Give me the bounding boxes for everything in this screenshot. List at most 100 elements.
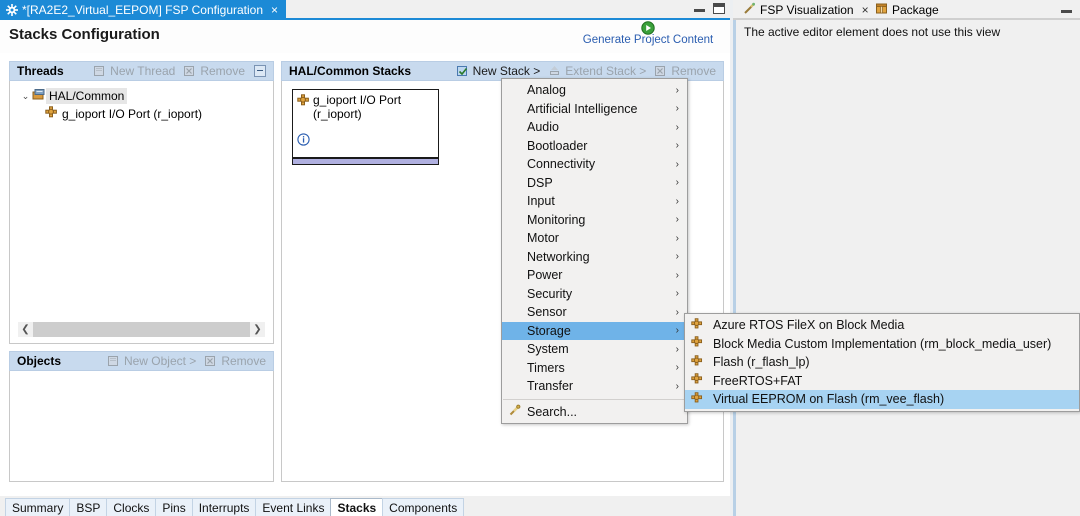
threads-horizontal-scrollbar[interactable]: ❮ ❯ xyxy=(18,322,265,337)
tab-package[interactable]: Package xyxy=(869,0,945,19)
menu-item-analog[interactable]: Analog › xyxy=(502,81,687,100)
menu-item-system[interactable]: System › xyxy=(502,340,687,359)
chevron-right-icon: › xyxy=(676,122,681,133)
tree-item-g-ioport[interactable]: g_ioport I/O Port (r_ioport) xyxy=(19,105,265,123)
wand-icon xyxy=(743,2,756,18)
objects-panel-header: Objects New Object > xyxy=(9,351,274,371)
scrollbar-thumb[interactable] xyxy=(33,322,250,337)
menu-item-sensor[interactable]: Sensor › xyxy=(502,303,687,322)
menu-item-input[interactable]: Input › xyxy=(502,192,687,211)
tab-components[interactable]: Components xyxy=(382,498,464,516)
tab-bsp[interactable]: BSP xyxy=(69,498,107,516)
new-thread-button[interactable]: New Thread xyxy=(94,64,175,78)
maximize-icon[interactable] xyxy=(713,3,725,14)
submenu-item-virtual-eeprom-on-flash[interactable]: Virtual EEPROM on Flash (rm_vee_flash) xyxy=(685,390,1079,409)
tab-interrupts[interactable]: Interrupts xyxy=(192,498,257,516)
menu-item-audio[interactable]: Audio › xyxy=(502,118,687,137)
chevron-right-icon: › xyxy=(676,325,681,336)
menu-item-networking[interactable]: Networking › xyxy=(502,248,687,267)
remove-object-label: Remove xyxy=(221,354,266,368)
chevron-right-icon: › xyxy=(676,270,681,281)
objects-panel: Objects New Object > xyxy=(9,351,274,482)
chevron-down-icon[interactable]: ⌄ xyxy=(19,91,32,102)
stack-block-g-ioport[interactable]: g_ioport I/O Port (r_ioport) xyxy=(292,89,439,158)
menu-item-search[interactable]: Search... xyxy=(502,403,687,422)
remove-stack-button[interactable]: Remove xyxy=(655,64,716,78)
new-object-button[interactable]: New Object > xyxy=(108,354,196,368)
menu-item-security[interactable]: Security › xyxy=(502,285,687,304)
tab-clocks[interactable]: Clocks xyxy=(106,498,156,516)
remove-icon xyxy=(205,355,218,367)
editor-tabbar: *[RA2E2_Virtual_EEPOM] FSP Configuration… xyxy=(0,0,733,19)
menu-item-timers[interactable]: Timers › xyxy=(502,359,687,378)
submenu-item-azure-rtos-filex-on-block-media[interactable]: Azure RTOS FileX on Block Media xyxy=(685,316,1079,335)
chevron-right-icon: › xyxy=(676,159,681,170)
remove-stack-label: Remove xyxy=(671,64,716,78)
chevron-right-icon: › xyxy=(676,85,681,96)
menu-item-storage[interactable]: Storage › xyxy=(502,322,687,341)
chevron-right-icon: › xyxy=(676,196,681,207)
menu-item-transfer[interactable]: Transfer › xyxy=(502,377,687,396)
objects-panel-body[interactable] xyxy=(9,371,274,482)
page-header: Stacks Configuration Generate Project Co… xyxy=(0,20,733,54)
menu-item-motor[interactable]: Motor › xyxy=(502,229,687,248)
gear-icon xyxy=(6,4,18,16)
minimize-icon[interactable] xyxy=(1061,5,1072,14)
menu-item-bootloader[interactable]: Bootloader › xyxy=(502,137,687,156)
storage-submenu[interactable]: Azure RTOS FileX on Block Media Block Me… xyxy=(684,313,1080,412)
remove-object-button[interactable]: Remove xyxy=(205,354,266,368)
scroll-left-icon[interactable]: ❮ xyxy=(18,322,33,337)
new-thread-icon xyxy=(94,65,107,77)
tab-event-links[interactable]: Event Links xyxy=(255,498,331,516)
tab-summary[interactable]: Summary xyxy=(5,498,70,516)
menu-item-artificial-intelligence[interactable]: Artificial Intelligence › xyxy=(502,100,687,119)
module-icon xyxy=(297,94,311,110)
threads-panel-header: Threads New Thread xyxy=(9,61,274,81)
stacks-panel-title: HAL/Common Stacks xyxy=(282,64,411,78)
chevron-right-icon: › xyxy=(676,307,681,318)
close-icon[interactable]: × xyxy=(267,3,278,17)
new-stack-button[interactable]: New Stack > xyxy=(457,64,541,78)
remove-icon xyxy=(655,65,668,77)
tab-stacks[interactable]: Stacks xyxy=(330,498,383,516)
menu-item-monitoring[interactable]: Monitoring › xyxy=(502,211,687,230)
tab-fsp-visualization-label: FSP Visualization xyxy=(760,3,854,17)
threads-tree: ⌄ HAL/Common xyxy=(19,87,265,123)
objects-panel-title: Objects xyxy=(10,354,61,368)
tab-fsp-visualization[interactable]: FSP Visualization × xyxy=(737,0,875,19)
scrollbar-track[interactable] xyxy=(33,322,250,337)
package-icon xyxy=(875,2,888,18)
collapse-all-icon[interactable] xyxy=(254,65,266,77)
view-tabbar: FSP Visualization × Package xyxy=(733,0,1080,19)
remove-icon xyxy=(184,65,197,77)
close-icon[interactable]: × xyxy=(858,3,869,17)
submenu-item-freertos-fat[interactable]: FreeRTOS+FAT xyxy=(685,372,1079,391)
threads-panel: Threads New Thread xyxy=(9,61,274,344)
fsp-visualization-view: FSP Visualization × Package The active e… xyxy=(733,0,1080,516)
minimize-icon[interactable] xyxy=(694,4,705,13)
generate-project-content-label: Generate Project Content xyxy=(568,34,728,46)
editor-tab-label: *[RA2E2_Virtual_EEPOM] FSP Configuration xyxy=(22,3,263,17)
scroll-right-icon[interactable]: ❯ xyxy=(250,322,265,337)
chevron-right-icon: › xyxy=(676,233,681,244)
menu-item-power[interactable]: Power › xyxy=(502,266,687,285)
chevron-right-icon: › xyxy=(676,140,681,151)
menu-item-dsp[interactable]: DSP › xyxy=(502,174,687,193)
remove-thread-button[interactable]: Remove xyxy=(184,64,245,78)
submenu-item-flash-r-flash-lp[interactable]: Flash (r_flash_lp) xyxy=(685,353,1079,372)
chevron-right-icon: › xyxy=(676,362,681,373)
generate-project-content-button[interactable]: Generate Project Content xyxy=(568,20,728,53)
submenu-item-block-media-custom-implementation[interactable]: Block Media Custom Implementation (rm_bl… xyxy=(685,335,1079,354)
play-icon xyxy=(568,21,728,35)
extend-stack-button[interactable]: Extend Stack > xyxy=(549,64,646,78)
tab-pins[interactable]: Pins xyxy=(155,498,192,516)
new-stack-menu[interactable]: Analog › Artificial Intelligence › Audio… xyxy=(501,78,688,424)
module-icon xyxy=(691,373,704,388)
info-icon[interactable] xyxy=(297,133,310,149)
new-object-icon xyxy=(108,355,121,367)
extend-stack-label: Extend Stack > xyxy=(565,64,646,78)
tree-item-hal-common[interactable]: ⌄ HAL/Common xyxy=(19,87,265,105)
editor-tab-fsp-configuration[interactable]: *[RA2E2_Virtual_EEPOM] FSP Configuration… xyxy=(0,0,286,19)
new-stack-icon xyxy=(457,65,470,77)
menu-item-connectivity[interactable]: Connectivity › xyxy=(502,155,687,174)
